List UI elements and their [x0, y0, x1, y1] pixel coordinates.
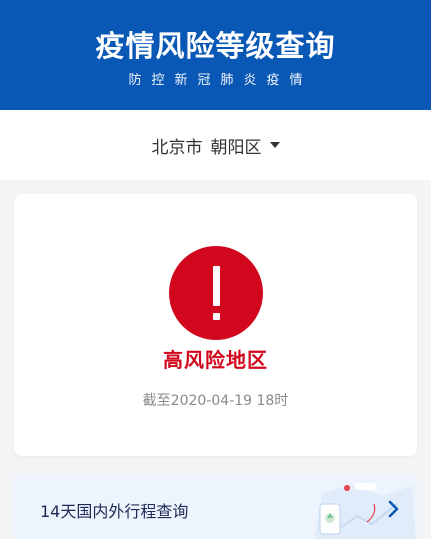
caret-down-icon [269, 142, 280, 148]
page-title: 疫情风险等级查询 [95, 29, 336, 63]
app-root: 疫情风险等级查询 防控新冠肺炎疫情 北京市 朝阳区 高风险地区 截至2020-04… [0, 0, 431, 539]
trip-query-label: 14天国内外行程查询 [40, 502, 189, 521]
alert-icon [169, 246, 263, 340]
page-subtitle: 防控新冠肺炎疫情 [128, 73, 313, 88]
chevron-right-icon [388, 500, 399, 518]
risk-as-of-date: 截至2020-04-19 18时 [142, 393, 289, 409]
location-text: 北京市 朝阳区 [152, 133, 262, 158]
risk-level-label: 高风险地区 [163, 348, 268, 372]
location-district: 朝阳区 [210, 137, 262, 158]
risk-result-card: 高风险地区 截至2020-04-19 18时 [14, 194, 417, 456]
location-selector[interactable]: 北京市 朝阳区 [0, 110, 431, 180]
alert-icon-bar [212, 266, 220, 306]
alert-icon-dot [212, 313, 220, 320]
trip-query-button[interactable]: 14天国内外行程查询 [14, 474, 417, 539]
header-banner: 疫情风险等级查询 防控新冠肺炎疫情 [0, 0, 431, 110]
location-city: 北京市 [151, 137, 203, 158]
